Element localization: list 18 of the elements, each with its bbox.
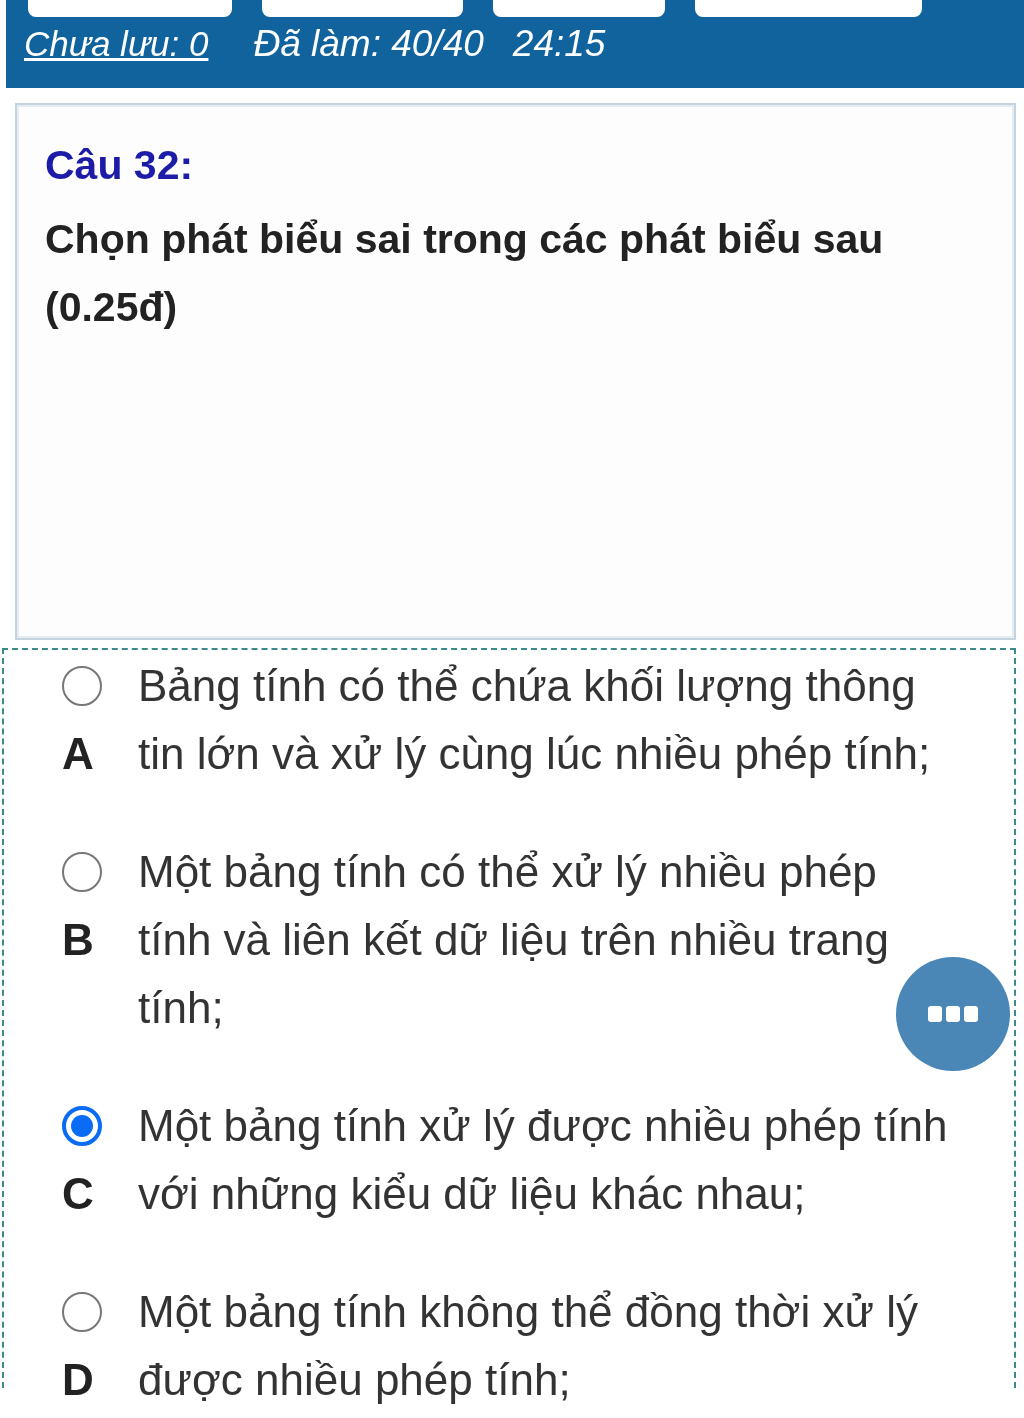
question-number: Câu 32: bbox=[45, 141, 195, 189]
question-text: Chọn phát biểu sai trong các phát biểu sau (0.25đ) bbox=[45, 215, 885, 332]
timer: 24:15 bbox=[512, 22, 606, 66]
more-icon bbox=[928, 1006, 978, 1022]
option-letter: D bbox=[62, 1355, 94, 1405]
option-letter: A bbox=[62, 729, 94, 779]
option-text[interactable]: Một bảng tính xử lý được nhiều phép tính với những kiểu dữ liệu khác nhau; bbox=[138, 1092, 1014, 1228]
option-letter: B bbox=[62, 915, 94, 965]
radio-button[interactable] bbox=[62, 666, 102, 706]
radio-button[interactable] bbox=[62, 1106, 102, 1146]
option-letter: C bbox=[62, 1169, 94, 1219]
option-text[interactable]: Một bảng tính có thể xử lý nhiều phép tính và liên kết dữ liệu trên nhiều trang tính; bbox=[138, 838, 1014, 1042]
radio-button[interactable] bbox=[62, 852, 102, 892]
option-text[interactable]: Bảng tính có thể chứa khối lượng thông tin lớn và xử lý cùng lúc nhiều phép tính; bbox=[138, 652, 1014, 788]
option-text[interactable]: Một bảng tính không thể đồng thời xử lý được nhiều phép tính; bbox=[138, 1278, 1014, 1414]
unsaved-count-link[interactable]: Chưa lưu: 0 bbox=[24, 22, 209, 66]
radio-button[interactable] bbox=[62, 1292, 102, 1332]
answered-count: Đã làm: 40/40 bbox=[253, 22, 484, 66]
